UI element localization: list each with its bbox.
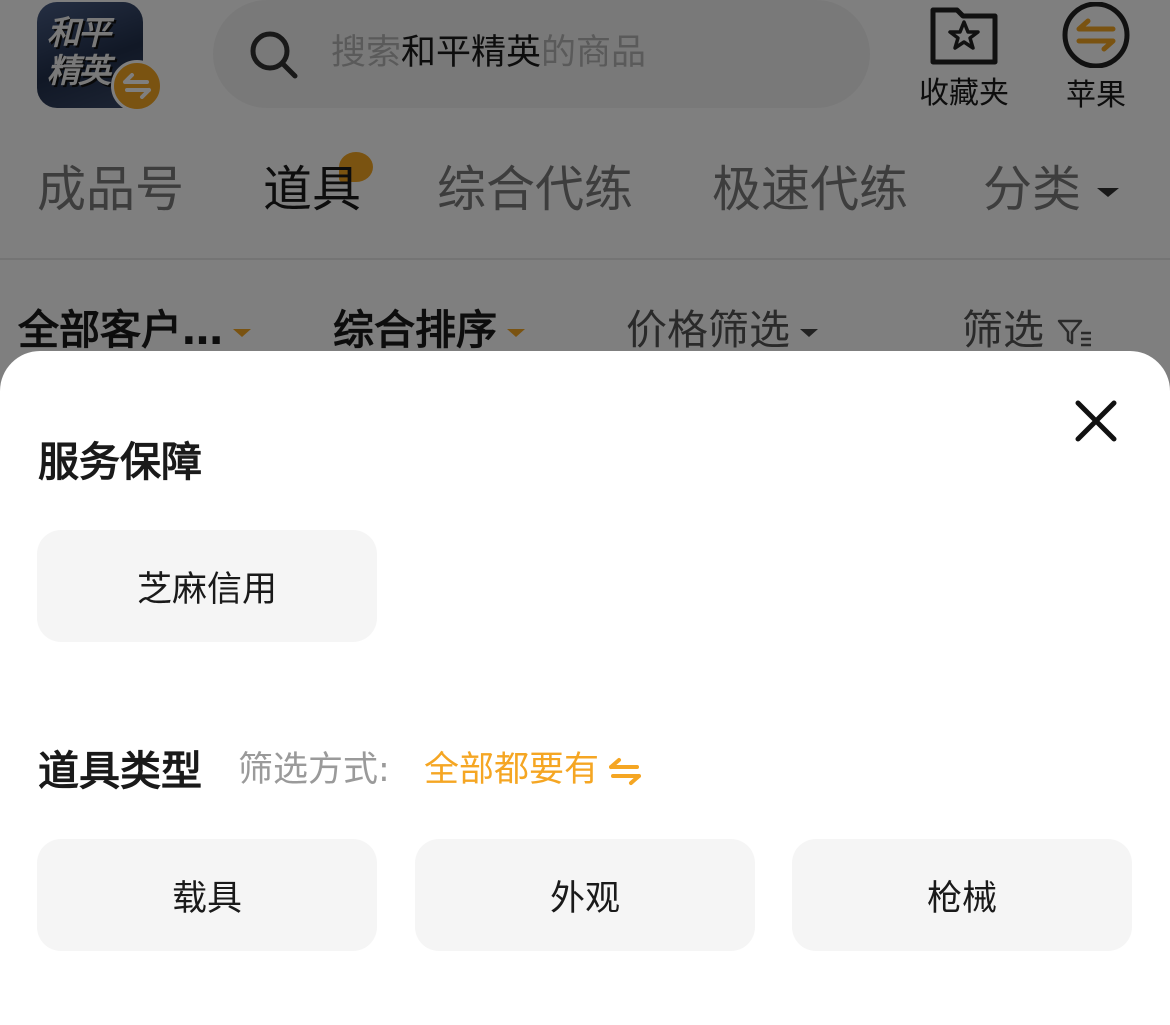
- type-option-vehicle[interactable]: 载具: [37, 839, 377, 951]
- filter-mode-value: 全部都要有: [424, 750, 600, 790]
- type-option-firearm[interactable]: 枪械: [792, 839, 1132, 951]
- filter-mode-toggle[interactable]: 全部都要有: [424, 748, 642, 792]
- type-option-appearance[interactable]: 外观: [415, 839, 755, 951]
- service-option-zhima-credit[interactable]: 芝麻信用: [37, 530, 377, 642]
- filter-mode-label: 筛选方式:: [238, 750, 390, 790]
- service-section-title: 服务保障: [38, 438, 202, 486]
- filter-sheet: 服务保障 芝麻信用 道具类型 筛选方式: 全部都要有 载具 外观 枪械: [0, 351, 1170, 1025]
- close-icon[interactable]: [1072, 397, 1120, 445]
- switch-arrows-icon: [609, 758, 642, 785]
- type-section-title: 道具类型: [38, 747, 202, 795]
